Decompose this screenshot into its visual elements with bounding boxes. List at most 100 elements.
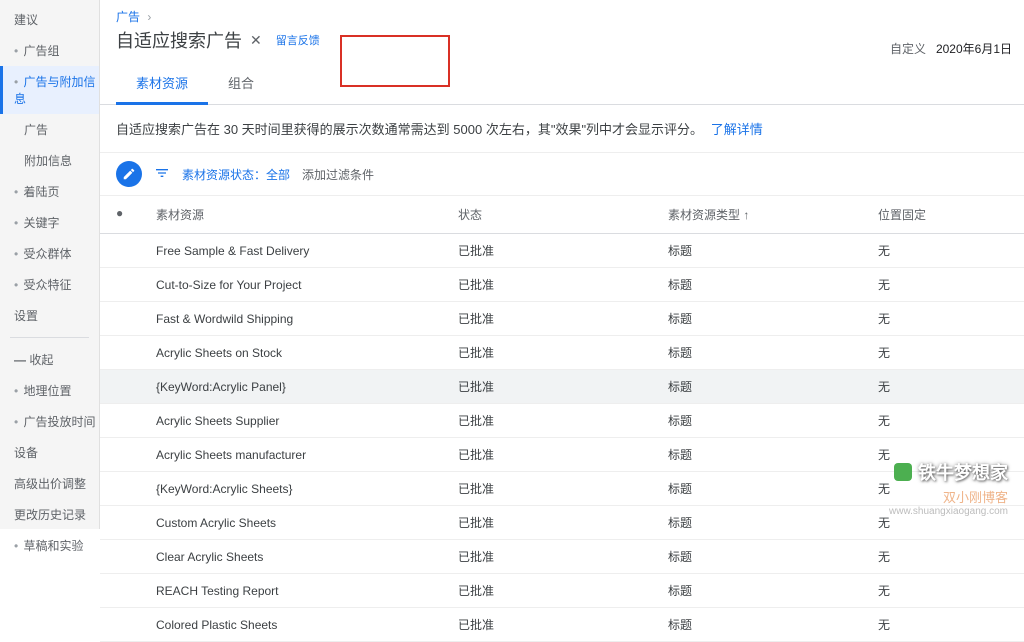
add-filter[interactable]: 添加过滤条件 xyxy=(302,166,374,183)
date-value: 2020年6月1日 xyxy=(936,40,1012,57)
cell-asset: Custom Acrylic Sheets xyxy=(156,516,458,530)
cell-pinned: 无 xyxy=(878,412,1008,429)
sidebar-item[interactable]: 草稿和实验 xyxy=(0,530,99,561)
sidebar-item[interactable]: 地理位置 xyxy=(0,375,99,406)
sidebar: 建议广告组广告与附加信息广告附加信息着陆页关键字受众群体受众特征设置收起地理位置… xyxy=(0,0,100,529)
sidebar-item[interactable]: 设备 xyxy=(0,437,99,468)
cell-type: 标题 xyxy=(668,446,878,463)
cell-asset: Colored Plastic Sheets xyxy=(156,618,458,632)
cell-type: 标题 xyxy=(668,242,878,259)
cell-type: 标题 xyxy=(668,344,878,361)
table-row[interactable]: Acrylic Sheets Supplier已批准标题无 xyxy=(100,404,1024,438)
table-row[interactable]: {KeyWord:Acrylic Sheets}已批准标题无 xyxy=(100,472,1024,506)
sidebar-item[interactable]: 广告与附加信息 xyxy=(0,66,99,114)
sidebar-item[interactable]: 附加信息 xyxy=(0,145,99,176)
notice-text: 自适应搜索广告在 30 天时间里获得的展示次数通常需达到 5000 次左右，其"… xyxy=(116,122,703,137)
col-status[interactable]: 状态 xyxy=(458,206,668,223)
table-row[interactable]: {KeyWord:Acrylic Panel}已批准标题无 xyxy=(100,370,1024,404)
cell-asset: {KeyWord:Acrylic Sheets} xyxy=(156,482,458,496)
cell-status: 已批准 xyxy=(458,514,668,531)
cell-asset: Free Sample & Fast Delivery xyxy=(156,244,458,258)
cell-asset: Cut-to-Size for Your Project xyxy=(156,278,458,292)
table-row[interactable]: Free Sample & Fast Delivery已批准标题无 xyxy=(100,234,1024,268)
page-title: 自适应搜索广告 xyxy=(116,27,242,53)
cell-type: 标题 xyxy=(668,616,878,633)
table-row[interactable]: REACH Testing Report已批准标题无 xyxy=(100,574,1024,608)
cell-type: 标题 xyxy=(668,378,878,395)
cell-pinned: 无 xyxy=(878,446,1008,463)
breadcrumb: 广告 › xyxy=(100,0,1024,27)
cell-type: 标题 xyxy=(668,310,878,327)
cell-type: 标题 xyxy=(668,582,878,599)
cell-pinned: 无 xyxy=(878,276,1008,293)
cell-pinned: 无 xyxy=(878,310,1008,327)
col-status-dot[interactable]: ● xyxy=(116,206,156,223)
cell-status: 已批准 xyxy=(458,582,668,599)
table-row[interactable]: Colored Plastic Sheets已批准标题无 xyxy=(100,608,1024,642)
col-asset[interactable]: 素材资源 xyxy=(156,206,458,223)
sidebar-item[interactable]: 更改历史记录 xyxy=(0,499,99,530)
toolbar: 素材资源状态：全部 添加过滤条件 xyxy=(100,153,1024,196)
cell-asset: REACH Testing Report xyxy=(156,584,458,598)
breadcrumb-root[interactable]: 广告 xyxy=(116,10,140,24)
breadcrumb-sep: › xyxy=(147,10,151,24)
tabs: 素材资源组合 xyxy=(100,63,1024,105)
filter-icon[interactable] xyxy=(154,165,170,184)
cell-status: 已批准 xyxy=(458,446,668,463)
cell-pinned: 无 xyxy=(878,480,1008,497)
cell-pinned: 无 xyxy=(878,616,1008,633)
tab[interactable]: 素材资源 xyxy=(116,63,208,105)
sidebar-item[interactable]: 设置 xyxy=(0,300,99,331)
cell-pinned: 无 xyxy=(878,378,1008,395)
table-row[interactable]: Fast & Wordwild Shipping已批准标题无 xyxy=(100,302,1024,336)
table-row[interactable]: Acrylic Sheets manufacturer已批准标题无 xyxy=(100,438,1024,472)
add-button[interactable] xyxy=(116,161,142,187)
sidebar-item[interactable]: 高级出价调整 xyxy=(0,468,99,499)
cell-status: 已批准 xyxy=(458,412,668,429)
date-range[interactable]: 自定义 2020年6月1日 xyxy=(890,40,1012,57)
cell-asset: Acrylic Sheets manufacturer xyxy=(156,448,458,462)
sidebar-item[interactable]: 广告投放时间 xyxy=(0,406,99,437)
sidebar-item[interactable]: 着陆页 xyxy=(0,176,99,207)
sidebar-item[interactable]: 广告组 xyxy=(0,35,99,66)
feedback-link[interactable]: 留言反馈 xyxy=(276,32,320,48)
status-filter[interactable]: 素材资源状态：全部 xyxy=(182,166,290,183)
table-row[interactable]: Custom Acrylic Sheets已批准标题无 xyxy=(100,506,1024,540)
sidebar-item[interactable]: 关键字 xyxy=(0,207,99,238)
cell-type: 标题 xyxy=(668,548,878,565)
sidebar-item[interactable]: 广告 xyxy=(0,114,99,145)
cell-type: 标题 xyxy=(668,514,878,531)
cell-asset: Fast & Wordwild Shipping xyxy=(156,312,458,326)
tab[interactable]: 组合 xyxy=(208,63,274,102)
cell-status: 已批准 xyxy=(458,310,668,327)
col-type[interactable]: 素材资源类型 xyxy=(668,206,878,223)
cell-status: 已批准 xyxy=(458,616,668,633)
cell-asset: Acrylic Sheets on Stock xyxy=(156,346,458,360)
sidebar-item[interactable]: 受众特征 xyxy=(0,269,99,300)
cell-pinned: 无 xyxy=(878,548,1008,565)
cell-pinned: 无 xyxy=(878,344,1008,361)
cell-type: 标题 xyxy=(668,412,878,429)
assets-table: ● 素材资源 状态 素材资源类型 位置固定 Free Sample & Fast… xyxy=(100,196,1024,642)
table-row[interactable]: Clear Acrylic Sheets已批准标题无 xyxy=(100,540,1024,574)
cell-type: 标题 xyxy=(668,276,878,293)
sidebar-item[interactable]: 建议 xyxy=(0,4,99,35)
info-notice: 自适应搜索广告在 30 天时间里获得的展示次数通常需达到 5000 次左右，其"… xyxy=(100,105,1024,153)
sidebar-item[interactable]: 收起 xyxy=(0,344,99,375)
col-pinned[interactable]: 位置固定 xyxy=(878,206,1008,223)
close-icon[interactable]: ✕ xyxy=(250,32,262,49)
learn-more-link[interactable]: 了解详情 xyxy=(711,122,763,137)
cell-type: 标题 xyxy=(668,480,878,497)
cell-asset: {KeyWord:Acrylic Panel} xyxy=(156,380,458,394)
table-row[interactable]: Acrylic Sheets on Stock已批准标题无 xyxy=(100,336,1024,370)
cell-status: 已批准 xyxy=(458,344,668,361)
cell-asset: Acrylic Sheets Supplier xyxy=(156,414,458,428)
sidebar-item[interactable]: 受众群体 xyxy=(0,238,99,269)
table-row[interactable]: Cut-to-Size for Your Project已批准标题无 xyxy=(100,268,1024,302)
table-header: ● 素材资源 状态 素材资源类型 位置固定 xyxy=(100,196,1024,234)
cell-status: 已批准 xyxy=(458,242,668,259)
main-content: 广告 › 自适应搜索广告 ✕ 留言反馈 自定义 2020年6月1日 素材资源组合… xyxy=(100,0,1024,529)
cell-asset: Clear Acrylic Sheets xyxy=(156,550,458,564)
cell-status: 已批准 xyxy=(458,378,668,395)
cell-status: 已批准 xyxy=(458,480,668,497)
